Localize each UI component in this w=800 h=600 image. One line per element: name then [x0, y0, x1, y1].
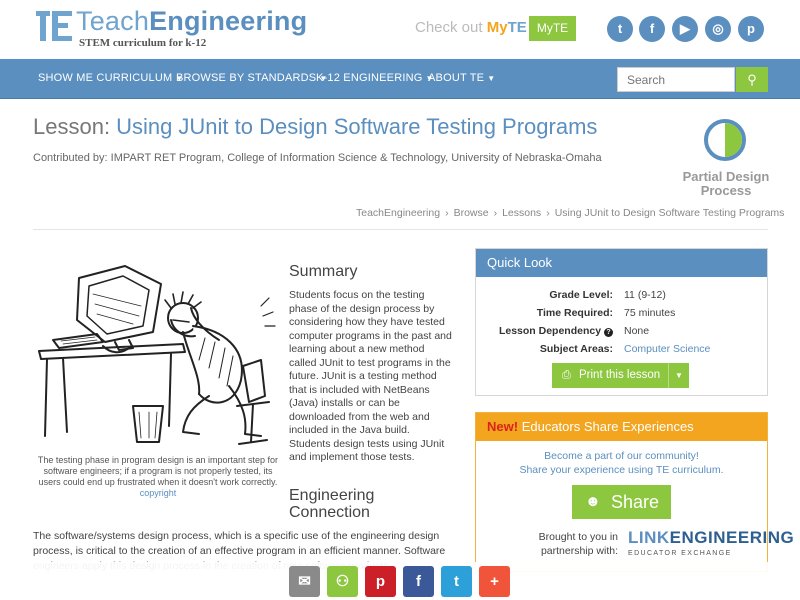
users-icon: ☻: [585, 493, 601, 510]
partnership-line: partnership with:: [540, 545, 618, 557]
printer-icon: ⎙: [562, 369, 571, 381]
breadcrumb-item[interactable]: TeachEngineering: [356, 207, 440, 219]
nav-label: K-12 ENGINEERING: [316, 72, 423, 84]
logo-word-teach: Teach: [76, 6, 150, 36]
educators-heading-text: Educators Share Experiences: [521, 419, 694, 434]
breadcrumb-separator: ›: [445, 207, 449, 219]
search-input[interactable]: [617, 67, 735, 92]
share-button[interactable]: ☻ Share: [572, 485, 671, 519]
breadcrumb-item: Using JUnit to Design Software Testing P…: [554, 207, 785, 219]
heading-line: Connection: [289, 504, 370, 521]
search-button[interactable]: ⚲: [736, 67, 768, 92]
myte-prefix: My: [486, 19, 508, 36]
engineering-text: The software/systems design process, whi…: [33, 530, 440, 557]
chevron-down-icon: ▼: [487, 74, 496, 83]
logo-word-link: LINK: [628, 528, 670, 547]
nav-browse-by-standards[interactable]: BROWSE BY STANDARDS ▼: [176, 72, 327, 84]
summary-text: Students focus on the testing phase of t…: [289, 289, 452, 463]
site-tagline: STEM curriculum for k-12: [79, 37, 207, 49]
lesson-dependency-label: Lesson Dependency ?: [476, 325, 613, 337]
copyright-link[interactable]: copyright: [33, 488, 283, 499]
breadcrumb-separator: ›: [546, 207, 550, 219]
linkengineering-logo[interactable]: LINKENGINEERING EDUCATOR EXCHANGE: [628, 528, 794, 562]
subject-area-link[interactable]: Computer Science: [624, 343, 710, 355]
quick-look-panel: Quick Look Grade Level: 11 (9-12) Time R…: [475, 248, 768, 396]
facebook-icon[interactable]: f: [639, 16, 665, 42]
lesson-title: Using JUnit to Design Software Testing P…: [116, 114, 598, 139]
facebook-share-icon[interactable]: f: [403, 566, 434, 597]
header-divider: [33, 229, 768, 230]
myte-button[interactable]: MyTE: [529, 16, 576, 41]
teachengineering-logo-icon[interactable]: [36, 11, 72, 47]
twitter-share-icon[interactable]: t: [441, 566, 472, 597]
print-lesson-button[interactable]: ⎙ Print this lesson ▼: [552, 363, 689, 388]
lesson-dependency-value: None: [624, 325, 650, 337]
educator-exchange-text: EDUCATOR EXCHANGE: [628, 550, 732, 557]
main-nav: SHOW ME CURRICULUM ▼ BROWSE BY STANDARDS ▼…: [0, 59, 800, 99]
partnership-line: Brought to you in: [538, 531, 618, 543]
community-line[interactable]: Become a part of our community!: [476, 450, 767, 462]
checkout-text: Check out: [415, 19, 483, 36]
subject-areas-label: Subject Areas:: [539, 343, 613, 355]
quick-look-heading: Quick Look: [476, 249, 767, 277]
linkengineering-wordmark: LINKENGINEERING: [628, 528, 794, 548]
pinterest-icon[interactable]: p: [738, 16, 764, 42]
new-badge: New!: [487, 419, 519, 434]
nav-label: BROWSE BY STANDARDS: [176, 72, 317, 84]
myte-promo: Check out MyTE: [415, 19, 527, 36]
contributed-by: Contributed by: IMPART RET Program, Coll…: [33, 152, 602, 164]
partnership-text: Brought to you in partnership with:: [518, 530, 618, 558]
nav-label: SHOW ME CURRICULUM: [38, 72, 173, 84]
print-button-label: Print this lesson: [579, 369, 661, 381]
caption-text: The testing phase in program design is a…: [37, 455, 279, 487]
breadcrumb-item[interactable]: Lessons: [502, 207, 541, 219]
lesson-dependency-text: Lesson Dependency: [498, 325, 602, 337]
youtube-icon[interactable]: ▶: [672, 16, 698, 42]
figure-caption: The testing phase in program design is a…: [33, 455, 283, 499]
grade-level-value: 11 (9-12): [624, 289, 666, 301]
community-share-icon[interactable]: ⚇: [327, 566, 358, 597]
email-share-icon[interactable]: ✉: [289, 566, 320, 597]
nav-about-te[interactable]: ABOUT TE ▼: [428, 72, 495, 84]
educators-share-panel: New! Educators Share Experiences Become …: [475, 412, 794, 572]
frustrated-programmer-illustration[interactable]: [33, 256, 278, 452]
myte-promo-link[interactable]: MyTE: [487, 19, 527, 36]
nav-show-me-curriculum[interactable]: SHOW ME CURRICULUM ▼: [38, 72, 184, 84]
summary-heading: Summary: [289, 263, 358, 280]
share-button-label: Share: [611, 492, 660, 512]
design-process-icon[interactable]: [704, 119, 746, 161]
grade-level-label: Grade Level:: [549, 289, 613, 301]
bottom-share-bar: ✉ ⚇ p f t +: [0, 562, 800, 600]
page-title: Lesson: Using JUnit to Design Software Te…: [33, 114, 597, 140]
myte-suffix: TE: [507, 19, 527, 36]
lesson-prefix: Lesson:: [33, 114, 111, 139]
logo-word-engineering: Engineering: [149, 6, 308, 36]
time-required-value: 75 minutes: [624, 307, 676, 319]
nav-label: ABOUT TE: [428, 72, 485, 84]
more-share-icon[interactable]: +: [479, 566, 510, 597]
site-logo-text[interactable]: TeachEngineering: [76, 6, 307, 37]
breadcrumb: TeachEngineering › Browse › Lessons › Using JU…: [356, 207, 784, 219]
chevron-down-icon[interactable]: ▼: [668, 363, 689, 388]
info-icon[interactable]: ?: [604, 328, 613, 337]
time-required-label: Time Required:: [536, 307, 613, 319]
engineering-connection-heading: Engineering Connection: [289, 487, 374, 521]
heading-line: Engineering: [289, 487, 375, 504]
breadcrumb-item[interactable]: Browse: [454, 207, 489, 219]
search-icon: ⚲: [747, 72, 757, 87]
share-experience-line[interactable]: Share your experience using TE curriculu…: [476, 464, 767, 476]
instagram-icon[interactable]: ◎: [705, 16, 731, 42]
nav-k12-engineering[interactable]: K-12 ENGINEERING ▼: [316, 72, 434, 84]
design-process-label[interactable]: Partial Design Process: [676, 170, 776, 198]
pinterest-share-icon[interactable]: p: [365, 566, 396, 597]
educators-share-heading: New! Educators Share Experiences: [476, 413, 767, 441]
site-header: TeachEngineering STEM curriculum for k-1…: [0, 0, 800, 58]
breadcrumb-separator: ›: [493, 207, 498, 219]
logo-word-engineering: ENGINEERING: [669, 528, 795, 547]
twitter-icon[interactable]: t: [607, 16, 633, 42]
